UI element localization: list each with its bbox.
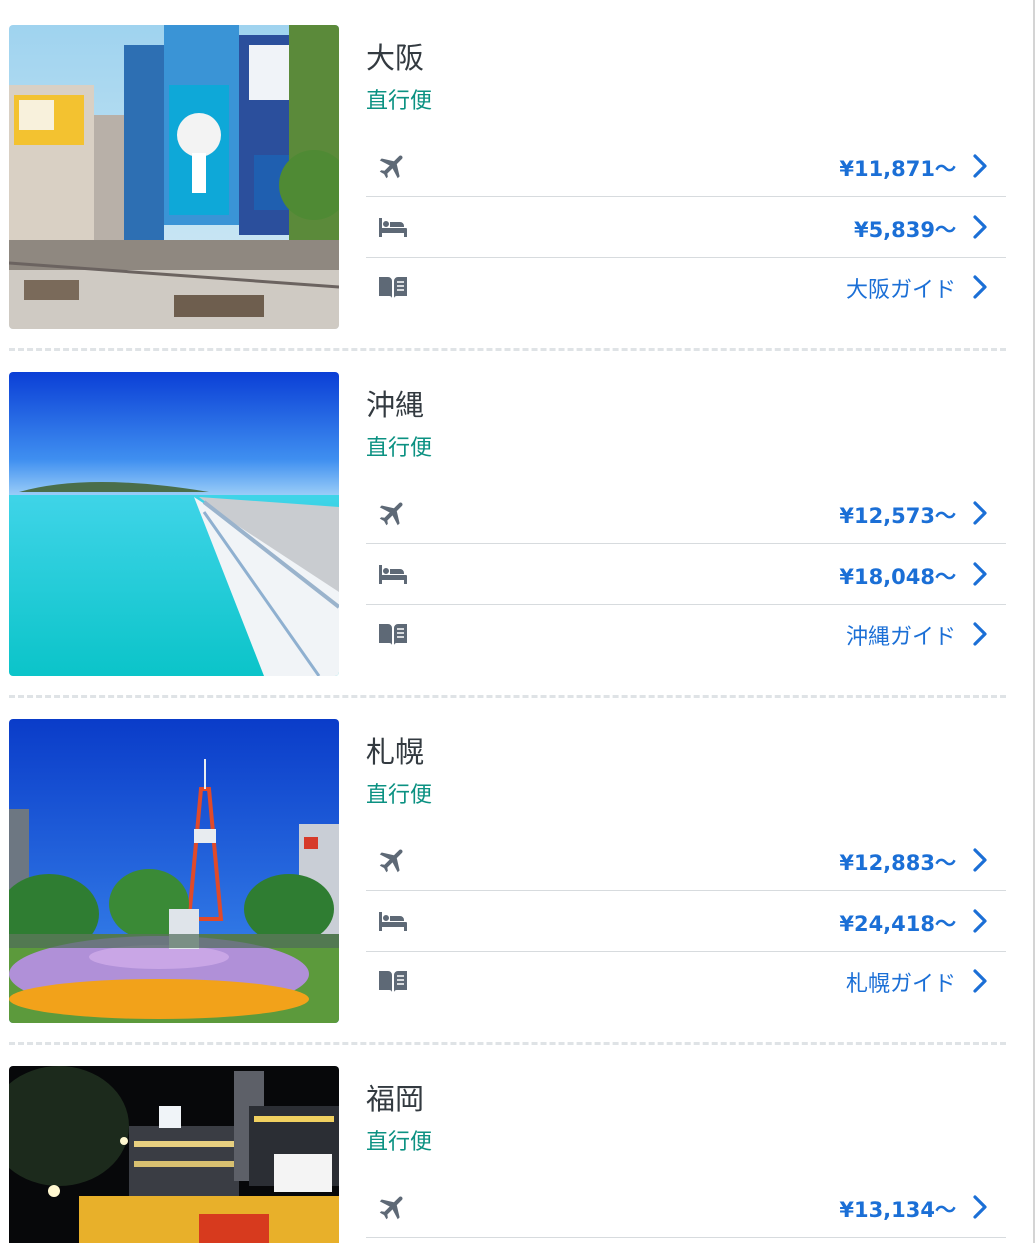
hotel-price-row[interactable]: ¥18,048〜 xyxy=(366,544,1006,605)
flight-price-row[interactable]: ¥11,871〜 xyxy=(366,136,1006,197)
bed-icon xyxy=(377,558,409,590)
guide-row[interactable]: 札幌ガイド xyxy=(366,951,1006,1011)
chevron-right-icon[interactable] xyxy=(972,153,988,179)
chevron-right-icon[interactable] xyxy=(972,908,988,934)
hotel-price-row[interactable]: ¥5,839〜 xyxy=(366,197,1006,258)
airplane-icon xyxy=(377,497,409,529)
book-icon xyxy=(377,271,409,303)
destination-photo-fukuoka[interactable] xyxy=(9,1066,339,1243)
flight-price-row[interactable]: ¥12,573〜 xyxy=(366,483,1006,544)
flight-price[interactable]: ¥13,134〜 xyxy=(839,1194,956,1224)
guide-row[interactable]: 沖縄ガイド xyxy=(366,604,1006,664)
destination-name[interactable]: 札幌 xyxy=(366,729,424,771)
destination-card-osaka[interactable]: 大阪 直行便 ¥11,871〜 ¥5,839〜 大阪ガイド xyxy=(9,25,1006,329)
flight-price-row[interactable]: ¥12,883〜 xyxy=(366,830,1006,891)
book-icon xyxy=(377,965,409,997)
bed-icon xyxy=(377,211,409,243)
destination-photo-okinawa[interactable] xyxy=(9,372,339,676)
chevron-right-icon[interactable] xyxy=(972,968,988,994)
hotel-price[interactable]: ¥18,048〜 xyxy=(839,561,956,591)
hotel-price-row[interactable]: ¥24,418〜 xyxy=(366,891,1006,952)
guide-row[interactable]: 大阪ガイド xyxy=(366,257,1006,317)
direct-flight-label[interactable]: 直行便 xyxy=(366,430,432,462)
card-divider xyxy=(9,348,1006,351)
chevron-right-icon[interactable] xyxy=(972,500,988,526)
guide-link[interactable]: 札幌ガイド xyxy=(846,966,956,998)
guide-link[interactable]: 沖縄ガイド xyxy=(846,619,956,651)
flight-price[interactable]: ¥12,883〜 xyxy=(839,847,956,877)
flight-price[interactable]: ¥12,573〜 xyxy=(839,500,956,530)
flight-price-row[interactable]: ¥13,134〜 xyxy=(366,1177,1006,1238)
flight-price[interactable]: ¥11,871〜 xyxy=(839,153,956,183)
destination-card-sapporo[interactable]: 札幌 直行便 ¥12,883〜 ¥24,418〜 札幌ガイド xyxy=(9,719,1006,1023)
destination-name[interactable]: 大阪 xyxy=(366,35,424,77)
card-divider xyxy=(9,1042,1006,1045)
chevron-right-icon[interactable] xyxy=(972,847,988,873)
chevron-right-icon[interactable] xyxy=(972,274,988,300)
direct-flight-label[interactable]: 直行便 xyxy=(366,83,432,115)
destination-name[interactable]: 福岡 xyxy=(366,1076,424,1118)
card-divider xyxy=(9,695,1006,698)
bed-icon xyxy=(377,905,409,937)
direct-flight-label[interactable]: 直行便 xyxy=(366,777,432,809)
destination-card-okinawa[interactable]: 沖縄 直行便 ¥12,573〜 ¥18,048〜 沖縄ガイド xyxy=(9,372,1006,676)
destination-photo-sapporo[interactable] xyxy=(9,719,339,1023)
guide-link[interactable]: 大阪ガイド xyxy=(846,272,956,304)
airplane-icon xyxy=(377,844,409,876)
chevron-right-icon[interactable] xyxy=(972,561,988,587)
airplane-icon xyxy=(377,150,409,182)
airplane-icon xyxy=(377,1191,409,1223)
destination-name[interactable]: 沖縄 xyxy=(366,382,424,424)
chevron-right-icon[interactable] xyxy=(972,621,988,647)
hotel-price[interactable]: ¥5,839〜 xyxy=(854,214,956,244)
chevron-right-icon[interactable] xyxy=(972,1194,988,1220)
hotel-price[interactable]: ¥24,418〜 xyxy=(839,908,956,938)
direct-flight-label[interactable]: 直行便 xyxy=(366,1124,432,1156)
chevron-right-icon[interactable] xyxy=(972,214,988,240)
destination-card-fukuoka[interactable]: 福岡 直行便 ¥13,134〜 xyxy=(9,1066,1006,1243)
destination-photo-osaka[interactable] xyxy=(9,25,339,329)
book-icon xyxy=(377,618,409,650)
